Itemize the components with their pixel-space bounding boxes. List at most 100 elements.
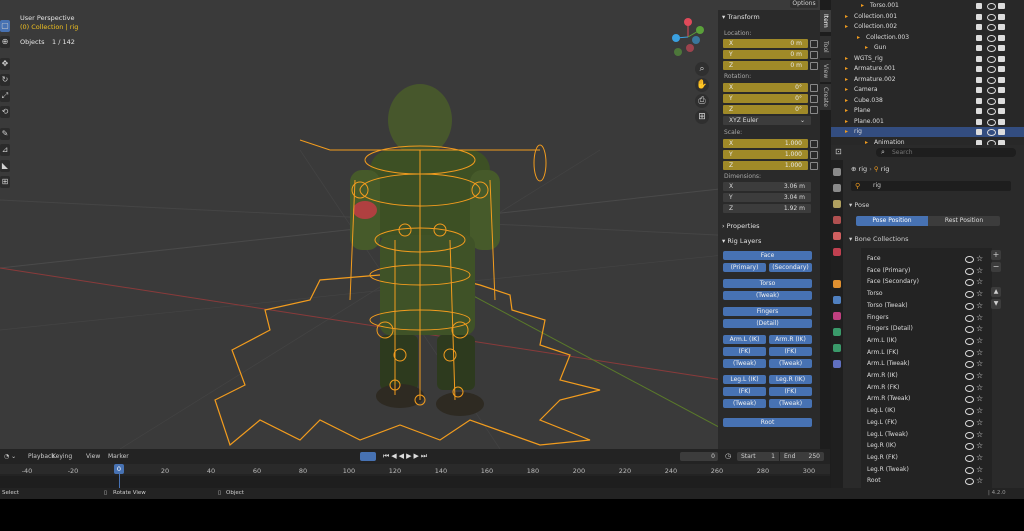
scale-tool-icon[interactable]: ⤢ (0, 90, 10, 102)
layer-leg-l-ik-button[interactable]: Leg.L (IK) (723, 375, 766, 384)
add-collection-button[interactable]: + (991, 250, 1001, 260)
tool-tab-icon[interactable] (833, 168, 841, 176)
eye-icon[interactable] (965, 466, 974, 474)
constraints-tab-icon[interactable] (833, 360, 841, 368)
layer-leg-r-fk-button[interactable]: (FK) (769, 387, 812, 396)
layer-leg-r-tweak-button[interactable]: (Tweak) (769, 399, 812, 408)
camera-icon[interactable] (998, 3, 1005, 9)
transform-header[interactable]: ▾ Transform (722, 13, 760, 21)
camera-icon[interactable] (998, 87, 1005, 93)
bone-collection-row[interactable]: Face ☆ (864, 253, 990, 264)
camera-icon[interactable] (998, 118, 1005, 125)
layer-arm-l-fk-button[interactable]: (FK) (723, 347, 766, 356)
solo-star-icon[interactable]: ☆ (976, 253, 983, 264)
eye-icon[interactable] (965, 443, 974, 451)
move-up-button[interactable]: ▲ (991, 287, 1001, 297)
dimensions-z-field[interactable]: Z 1.92 m (723, 204, 811, 213)
remove-collection-button[interactable]: − (991, 262, 1001, 272)
eye-icon[interactable] (965, 373, 974, 380)
location-x-field[interactable]: X 0 m (723, 39, 808, 48)
outliner-row[interactable]: ▸ Armature.001 (831, 64, 1024, 74)
location-y-field[interactable]: Y 0 m (723, 50, 808, 59)
outliner-row[interactable]: ▸ Plane (831, 106, 1024, 116)
eye-icon[interactable] (987, 129, 996, 136)
outliner-row[interactable]: ▸ Collection.001 (831, 12, 1024, 22)
camera-icon[interactable] (998, 55, 1005, 62)
camera-icon[interactable] (998, 24, 1005, 30)
bone-collection-row[interactable]: Arm.L (IK) ☆ (864, 335, 990, 346)
layer-leg-l-tweak-button[interactable]: (Tweak) (723, 399, 766, 408)
outliner-row[interactable]: ▸ WGTS_rig (831, 54, 1024, 64)
modifiers-tab-icon[interactable] (833, 296, 841, 304)
scale-z-field[interactable]: Z 1.000 (723, 161, 808, 170)
eye-icon[interactable] (987, 45, 996, 52)
roll-tool-icon[interactable]: ◣ (0, 160, 10, 172)
solo-star-icon[interactable]: ☆ (976, 405, 983, 416)
marker-menu[interactable]: Marker (108, 453, 129, 460)
add-tool-icon[interactable]: ⊞ (0, 176, 10, 188)
solo-star-icon[interactable]: ☆ (976, 370, 983, 381)
perspective-grid-icon[interactable]: ⊞ (695, 110, 709, 124)
exclude-checkbox[interactable] (976, 97, 982, 104)
eye-icon[interactable] (965, 396, 974, 404)
pose-header[interactable]: ▾ Pose (849, 201, 869, 209)
eye-icon[interactable] (965, 384, 974, 392)
world-tab-icon[interactable] (833, 248, 841, 256)
render-tab-icon[interactable] (833, 184, 841, 192)
camera-icon[interactable] (998, 129, 1005, 135)
eye-icon[interactable] (987, 87, 996, 94)
object-tab-icon[interactable] (833, 280, 841, 288)
bone-collection-row[interactable]: Leg.R (Tweak) ☆ (864, 464, 990, 475)
bone-collection-row[interactable]: Leg.R (IK) ☆ (864, 440, 990, 451)
lock-icon[interactable] (810, 151, 818, 159)
lock-icon[interactable] (810, 62, 818, 70)
solo-star-icon[interactable]: ☆ (976, 312, 983, 323)
exclude-checkbox[interactable] (976, 87, 982, 93)
eye-icon[interactable] (965, 349, 974, 357)
layer-arm-r-fk-button[interactable]: (FK) (769, 347, 812, 356)
exclude-checkbox[interactable] (976, 108, 982, 114)
scene-tab-icon[interactable] (833, 232, 841, 240)
current-frame-field[interactable]: 0 (680, 452, 718, 461)
eye-icon[interactable] (965, 361, 974, 369)
eye-icon[interactable] (965, 256, 974, 263)
lock-icon[interactable] (810, 140, 818, 148)
rest-position-button[interactable]: Rest Position (928, 216, 1000, 226)
outliner-row[interactable]: ▸ Plane.001 (831, 117, 1024, 127)
bone-collection-row[interactable]: Leg.L (FK) ☆ (864, 417, 990, 428)
layer-leg-l-fk-button[interactable]: (FK) (723, 387, 766, 396)
exclude-checkbox[interactable] (976, 24, 982, 30)
camera-icon[interactable] (998, 34, 1005, 41)
options-dropdown[interactable]: Options (790, 0, 818, 8)
3d-viewport[interactable]: User Perspective (0) Collection | rig Ob… (0, 0, 820, 449)
rotation-mode-select[interactable]: XYZ Euler ⌄ (723, 116, 811, 125)
bone-tab-icon[interactable] (833, 344, 841, 352)
eye-icon[interactable] (987, 108, 996, 115)
eye-icon[interactable] (987, 3, 996, 10)
layer-arm-l-tweak-button[interactable]: (Tweak) (723, 359, 766, 368)
camera-icon[interactable] (998, 13, 1005, 20)
solo-star-icon[interactable]: ☆ (976, 382, 983, 393)
location-z-field[interactable]: Z 0 m (723, 61, 808, 70)
eye-icon[interactable] (965, 419, 974, 427)
eye-icon[interactable] (965, 326, 974, 334)
eye-icon[interactable] (987, 55, 996, 63)
solo-star-icon[interactable]: ☆ (976, 276, 983, 287)
move-tool-icon[interactable]: ✥ (0, 58, 10, 70)
cursor-tool-icon[interactable]: ⊕ (0, 36, 10, 48)
physics-tab-icon[interactable] (833, 312, 841, 320)
camera-icon[interactable] (998, 108, 1005, 114)
outliner-row[interactable]: ▸ Gun (831, 43, 1024, 53)
bone-collection-row[interactable]: Root ☆ (864, 475, 990, 486)
tab-view[interactable]: View (820, 60, 831, 82)
solo-star-icon[interactable]: ☆ (976, 358, 983, 369)
annotate-tool-icon[interactable]: ✎ (0, 128, 10, 140)
auto-keying-toggle[interactable] (360, 452, 376, 461)
tab-tool[interactable]: Tool (820, 36, 831, 58)
solo-star-icon[interactable]: ☆ (976, 347, 983, 358)
layer-leg-r-ik-button[interactable]: Leg.R (IK) (769, 375, 812, 384)
transform-tool-icon[interactable]: ⟲ (0, 106, 10, 118)
solo-star-icon[interactable]: ☆ (976, 464, 983, 475)
playhead[interactable]: 0 (114, 464, 124, 474)
eye-icon[interactable] (965, 302, 974, 310)
